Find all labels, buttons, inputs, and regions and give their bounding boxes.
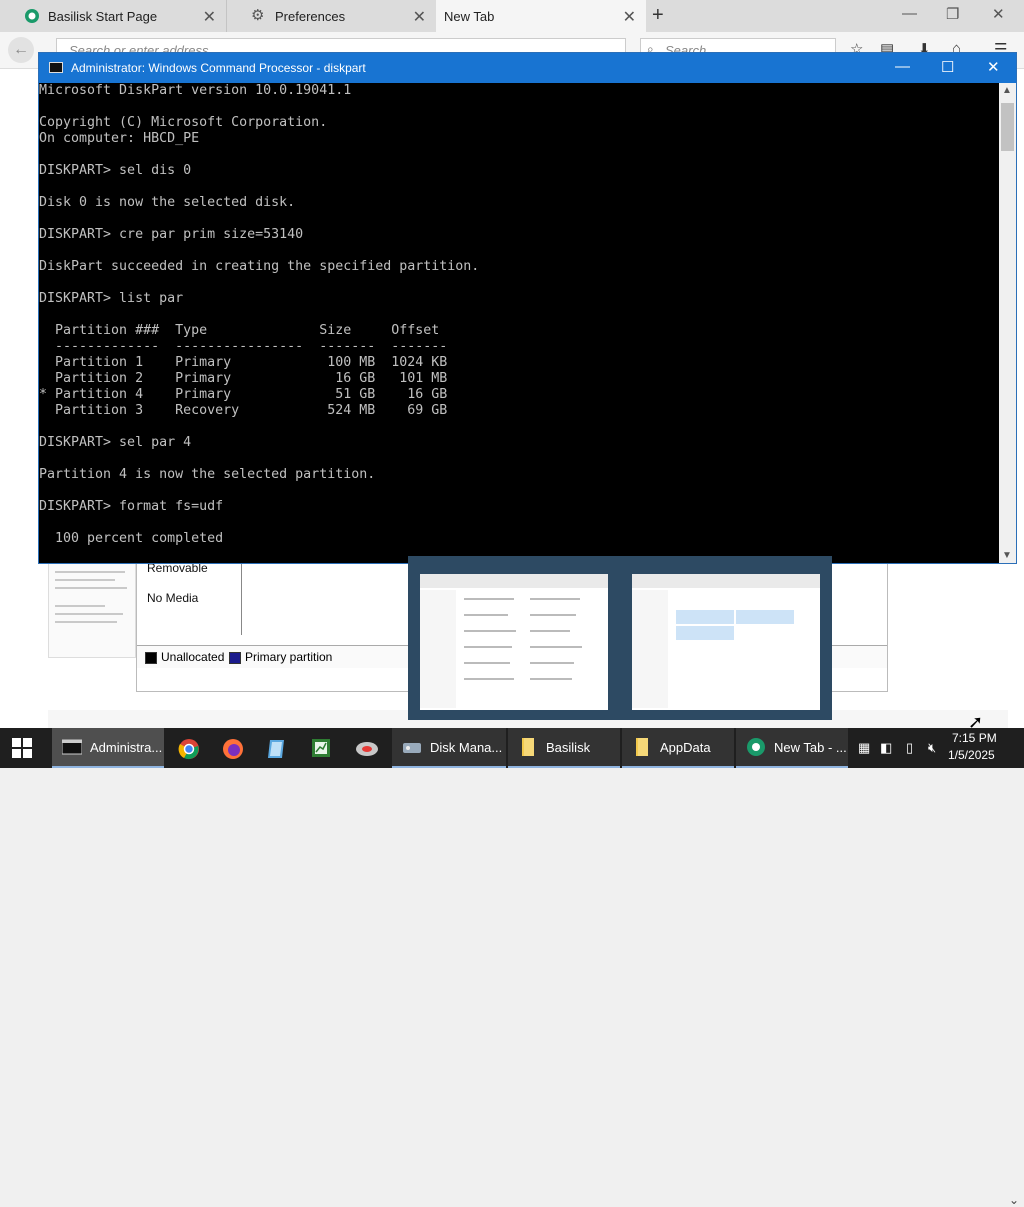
tab-strip: Basilisk Start Page ✕ ⚙ Preferences ✕ Ne… xyxy=(0,0,1024,32)
chevron-down-icon[interactable]: ⌄ xyxy=(1009,1193,1019,1207)
legend-primary: Primary partition xyxy=(229,650,332,664)
legend-label: Primary partition xyxy=(245,650,333,664)
new-tab-button[interactable]: + xyxy=(652,4,664,27)
command-prompt-window[interactable]: Administrator: Windows Command Processor… xyxy=(38,52,1017,564)
usb-icon[interactable]: ▯ xyxy=(906,740,913,756)
windows-start-icon[interactable] xyxy=(12,738,32,758)
close-icon[interactable]: ✕ xyxy=(987,58,1000,76)
taskbar-item-cmd[interactable]: Administra... xyxy=(52,728,164,768)
taskbar-label: New Tab - ... xyxy=(774,739,847,755)
basilisk-icon xyxy=(747,738,765,756)
scroll-thumb[interactable] xyxy=(1001,103,1014,151)
taskbar-label: Administra... xyxy=(90,739,163,755)
firefox-icon[interactable] xyxy=(222,738,244,760)
taskbar-label: Basilisk xyxy=(546,739,591,755)
window-thumbnail-2[interactable] xyxy=(632,574,820,710)
legend-swatch xyxy=(145,651,157,664)
taskbar-item-basilisk-folder[interactable]: Basilisk xyxy=(508,728,620,768)
minimize-icon[interactable]: — xyxy=(895,58,910,75)
system-tray: ▦ ◧ ▯ 🔇︎ 7:15 PM 1/5/2025 xyxy=(856,728,1024,768)
close-window-icon[interactable]: ✕ xyxy=(992,5,1005,23)
vertical-scrollbar[interactable]: ▲ ▼ xyxy=(999,83,1016,563)
minimize-icon[interactable]: — xyxy=(902,5,917,22)
window-title: Administrator: Windows Command Processor… xyxy=(71,61,366,75)
color-app-icon[interactable]: ◧ xyxy=(880,740,892,756)
close-icon[interactable]: ✕ xyxy=(413,7,426,27)
back-button[interactable]: ← xyxy=(8,37,34,63)
legend-swatch xyxy=(229,651,241,664)
taskbar: Administra... Disk Mana... Basilisk AppD… xyxy=(0,728,1024,768)
console-body[interactable]: Microsoft DiskPart version 10.0.19041.1 … xyxy=(39,83,999,563)
gear-icon: ⚙ xyxy=(251,7,265,24)
clock-date[interactable]: 1/5/2025 xyxy=(948,748,995,762)
scroll-down-icon[interactable]: ▼ xyxy=(1002,550,1012,561)
cmd-titlebar[interactable]: Administrator: Windows Command Processor… xyxy=(39,53,1016,83)
tab-title: Preferences xyxy=(275,8,346,24)
disk-status-label: No Media xyxy=(147,591,199,605)
maximize-icon[interactable]: ☐ xyxy=(941,58,954,76)
network-icon[interactable]: ▦ xyxy=(858,740,870,756)
tab-title: New Tab xyxy=(444,8,495,24)
network-tool-icon[interactable] xyxy=(354,738,380,760)
divider xyxy=(241,561,242,635)
notepad-icon[interactable] xyxy=(266,738,288,760)
clock-time[interactable]: 7:15 PM xyxy=(952,731,997,745)
page-sidebar xyxy=(48,560,136,658)
legend-unallocated: Unallocated xyxy=(145,650,224,664)
console-icon xyxy=(49,62,63,73)
close-icon[interactable]: ✕ xyxy=(203,7,216,27)
chrome-icon[interactable] xyxy=(178,738,200,760)
spreadsheet-icon[interactable] xyxy=(310,737,332,759)
scroll-up-icon[interactable]: ▲ xyxy=(1002,85,1012,96)
taskbar-preview xyxy=(408,556,832,720)
console-icon xyxy=(62,739,82,755)
taskbar-item-new-tab[interactable]: New Tab - ... xyxy=(736,728,848,768)
folder-icon xyxy=(522,738,534,756)
tab-title: Basilisk Start Page xyxy=(48,8,158,24)
close-icon[interactable]: ✕ xyxy=(623,7,636,27)
legend-label: Unallocated xyxy=(161,650,225,664)
tab-new-tab[interactable]: New Tab ✕ xyxy=(436,0,646,32)
taskbar-item-disk-management[interactable]: Disk Mana... xyxy=(392,728,506,768)
folder-icon xyxy=(636,738,648,756)
restore-icon[interactable]: ❐ xyxy=(946,5,959,23)
disk-icon xyxy=(403,743,421,753)
taskbar-label: AppData xyxy=(660,739,711,755)
basilisk-icon xyxy=(25,9,39,23)
tab-basilisk-start[interactable]: Basilisk Start Page ✕ xyxy=(0,0,226,32)
taskbar-label: Disk Mana... xyxy=(430,739,503,755)
window-thumbnail-1[interactable] xyxy=(420,574,608,710)
tab-preferences[interactable]: ⚙ Preferences ✕ xyxy=(226,0,436,32)
taskbar-item-appdata-folder[interactable]: AppData xyxy=(622,728,734,768)
volume-muted-icon[interactable]: 🔇︎ xyxy=(928,740,936,756)
console-output: Microsoft DiskPart version 10.0.19041.1 … xyxy=(39,83,480,546)
mouse-cursor-icon: ➚ xyxy=(968,712,984,732)
